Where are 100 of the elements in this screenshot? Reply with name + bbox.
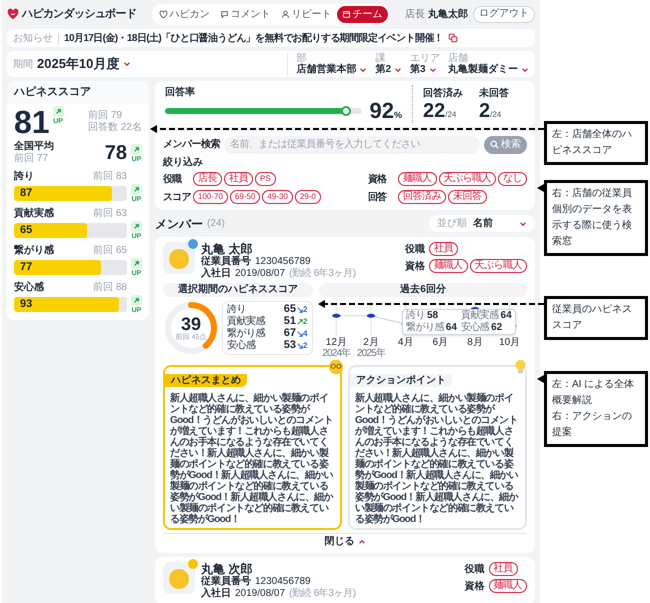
field-label: 資格 [464,580,484,594]
filter-chip[interactable]: 天ぷら職人 [438,172,496,186]
metric-name: 貢献実感 [14,206,54,220]
tag: 社員 [488,562,518,576]
filter-dropdown[interactable]: 部 店舗営業本部 [296,52,368,76]
filter-label: スコア [163,190,191,204]
filter-chip[interactable]: 29-0 [294,190,321,204]
score-value: 67 [282,326,296,340]
bar-value: 87 [20,186,32,200]
previous-score: 前回 83 [93,170,127,184]
axis-label: 6月 [432,336,448,348]
axis-label: 4月 [398,336,414,348]
filter-chip[interactable]: 49-30 [262,190,293,204]
callout-text: 左：AI による全体概要解説 [552,378,636,408]
avatar [163,562,195,594]
heart-icon [158,10,168,18]
field-label: 入社日 [201,268,231,280]
score-gauge [163,300,219,356]
tooltip-label: 貢献実感 [460,310,499,322]
member-name: 丸亀 太郎 [201,242,254,256]
filter-dropdown[interactable]: 課 第2 [375,52,402,76]
filter-chip[interactable]: 回答済み [398,190,446,204]
lightbulb-icon [514,358,527,374]
close-button[interactable]: 閉じる [324,536,366,548]
period-dropdown[interactable]: 期間 2025年10月度 [13,54,132,74]
field-value: 1230456789 [255,256,311,268]
previous-score: 前回 65 [93,244,127,258]
filter-chip[interactable]: 麺職人 [398,172,436,186]
national-label: 全国平均 [14,140,54,153]
score-name: 貢献実感 [227,314,266,328]
filter-chip[interactable]: 未回答 [448,190,486,204]
bar-value: 93 [20,296,32,312]
stat-unit: % [394,109,402,122]
tooltip-value: 64 [500,310,512,322]
chat-bubble-icon [220,10,229,18]
sort-dropdown[interactable]: 並び順 名前 [429,215,535,232]
search-label: メンバー検索 [163,138,220,152]
score-delta: 2 [303,304,308,316]
score-name: 繋がり感 [227,326,266,340]
filter-dropdown[interactable]: 店舗 丸亀製麺ダミー [448,52,529,76]
nav-tab[interactable]: ハピカン [154,6,215,22]
score-delta: 4 [303,328,308,340]
callout-text: 左：店舗全体のハピネススコア [552,128,633,158]
calendar-icon [342,10,351,18]
person-icon [280,10,290,18]
stat-total: /24 [490,109,502,122]
filter-chip[interactable]: 69-50 [230,190,260,204]
panel-title: ハピネスまとめ [165,374,247,386]
notice-text: 10月17日(金)・18日(土)「ひと口醤油うどん」を無料でお配りする期間限定イベント開催！ [64,31,444,46]
stat-label: 未回答 [479,86,510,102]
caret-down-icon [519,220,527,228]
score-value: 65 [282,302,296,316]
tooltip-value: 58 [427,310,438,322]
panel-title: アクションポイント [350,374,452,386]
field-value: 2019/08/07 [235,268,286,280]
filter-chip[interactable]: 100-70 [193,190,228,204]
search-field[interactable]: 名前、または従業員番号を入力してください [224,136,480,154]
callout-text: 右：店舗の従業員個別のデータを表示する際に使う検索窓 [552,186,633,249]
metric-name: 繋がり感 [14,244,54,258]
metric-name: 安心感 [14,280,44,294]
filter-chip[interactable]: なし [498,172,527,186]
member-name: 丸亀 次郎 [201,562,254,576]
filter-chip[interactable]: 社員 [224,172,253,186]
caret-down-icon [394,66,402,74]
tooltip-label: 安心感 [460,322,490,334]
nav-tab[interactable]: チーム [336,6,388,22]
card-title: ハピネススコア [7,81,149,104]
tag: 天ぷら職人 [470,259,527,273]
national-previous: 前回 77 [14,153,49,166]
field-label: 役職 [464,562,484,576]
previous-score: 前回 79 [88,110,123,122]
tooltip-value: 62 [491,322,502,334]
filter-chip[interactable]: 店長 [193,172,222,186]
stat-label: 回答済み [423,86,464,102]
filter-label: 役職 [163,172,183,186]
filter-label: 回答 [368,190,388,204]
bar-value: 77 [20,260,32,274]
field-value: 2019/08/07 [235,588,286,600]
axis-label: 2025年 [356,348,386,358]
score-value: 81 [14,106,50,138]
caret-down-icon [359,66,368,74]
heart-logo-icon [7,8,19,20]
filter-chip[interactable]: PS [255,172,276,186]
tenure-text: (勤続 6年3ヶ月) [289,588,356,600]
caret-down-icon [521,66,529,74]
copy-icon[interactable] [448,33,458,43]
score-value: 53 [282,338,296,354]
nav-tab[interactable]: リピート [276,6,337,22]
logout-button[interactable]: ログアウト [473,6,535,22]
sticker-icon [328,358,344,374]
nav-tab[interactable]: コメント [214,6,276,22]
gauge-value: 39 [180,314,202,332]
previous-score: 前回 63 [93,206,127,220]
stat-total: /24 [445,109,456,122]
app-title: ハピカンダッシュボード [22,6,136,22]
field-label: 入社日 [201,588,231,600]
filter-dropdown[interactable]: エリア 第3 [410,52,440,76]
avatar [163,242,195,274]
section-header: 選択期間のハピネススコア [163,282,313,296]
stat-value: 2 [479,101,490,122]
